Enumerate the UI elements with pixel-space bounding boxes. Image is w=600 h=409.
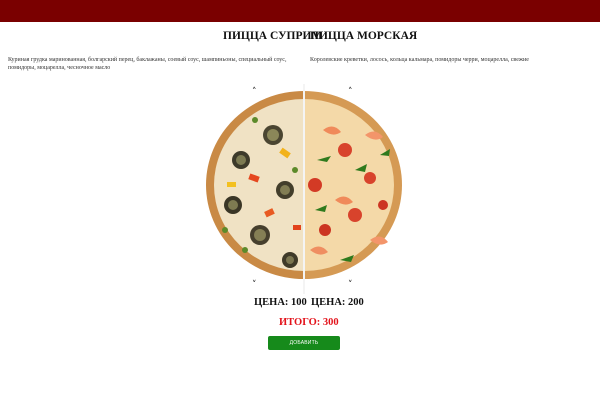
total-price: ИТОГО: 300: [279, 317, 339, 328]
right-price: ЦЕНА: 200: [311, 297, 364, 308]
top-bar: [0, 0, 600, 22]
left-next-chevron-down-icon[interactable]: ˅: [252, 281, 257, 290]
right-next-chevron-down-icon[interactable]: ˅: [348, 281, 353, 290]
left-pizza-title: ПИЦЦА СУПРИМ: [223, 30, 323, 42]
right-pizza-title: ПИЦЦА МОРСКАЯ: [310, 30, 418, 42]
add-button[interactable]: ДОБАВИТЬ: [268, 336, 340, 350]
pizza-divider: [303, 84, 305, 294]
left-pizza-description: Куриная грудка маринованная, болгарский …: [8, 57, 287, 71]
right-pizza-description: Королевские креветки, лосось, кольца кал…: [310, 57, 529, 63]
left-price: ЦЕНА: 100: [254, 297, 307, 308]
